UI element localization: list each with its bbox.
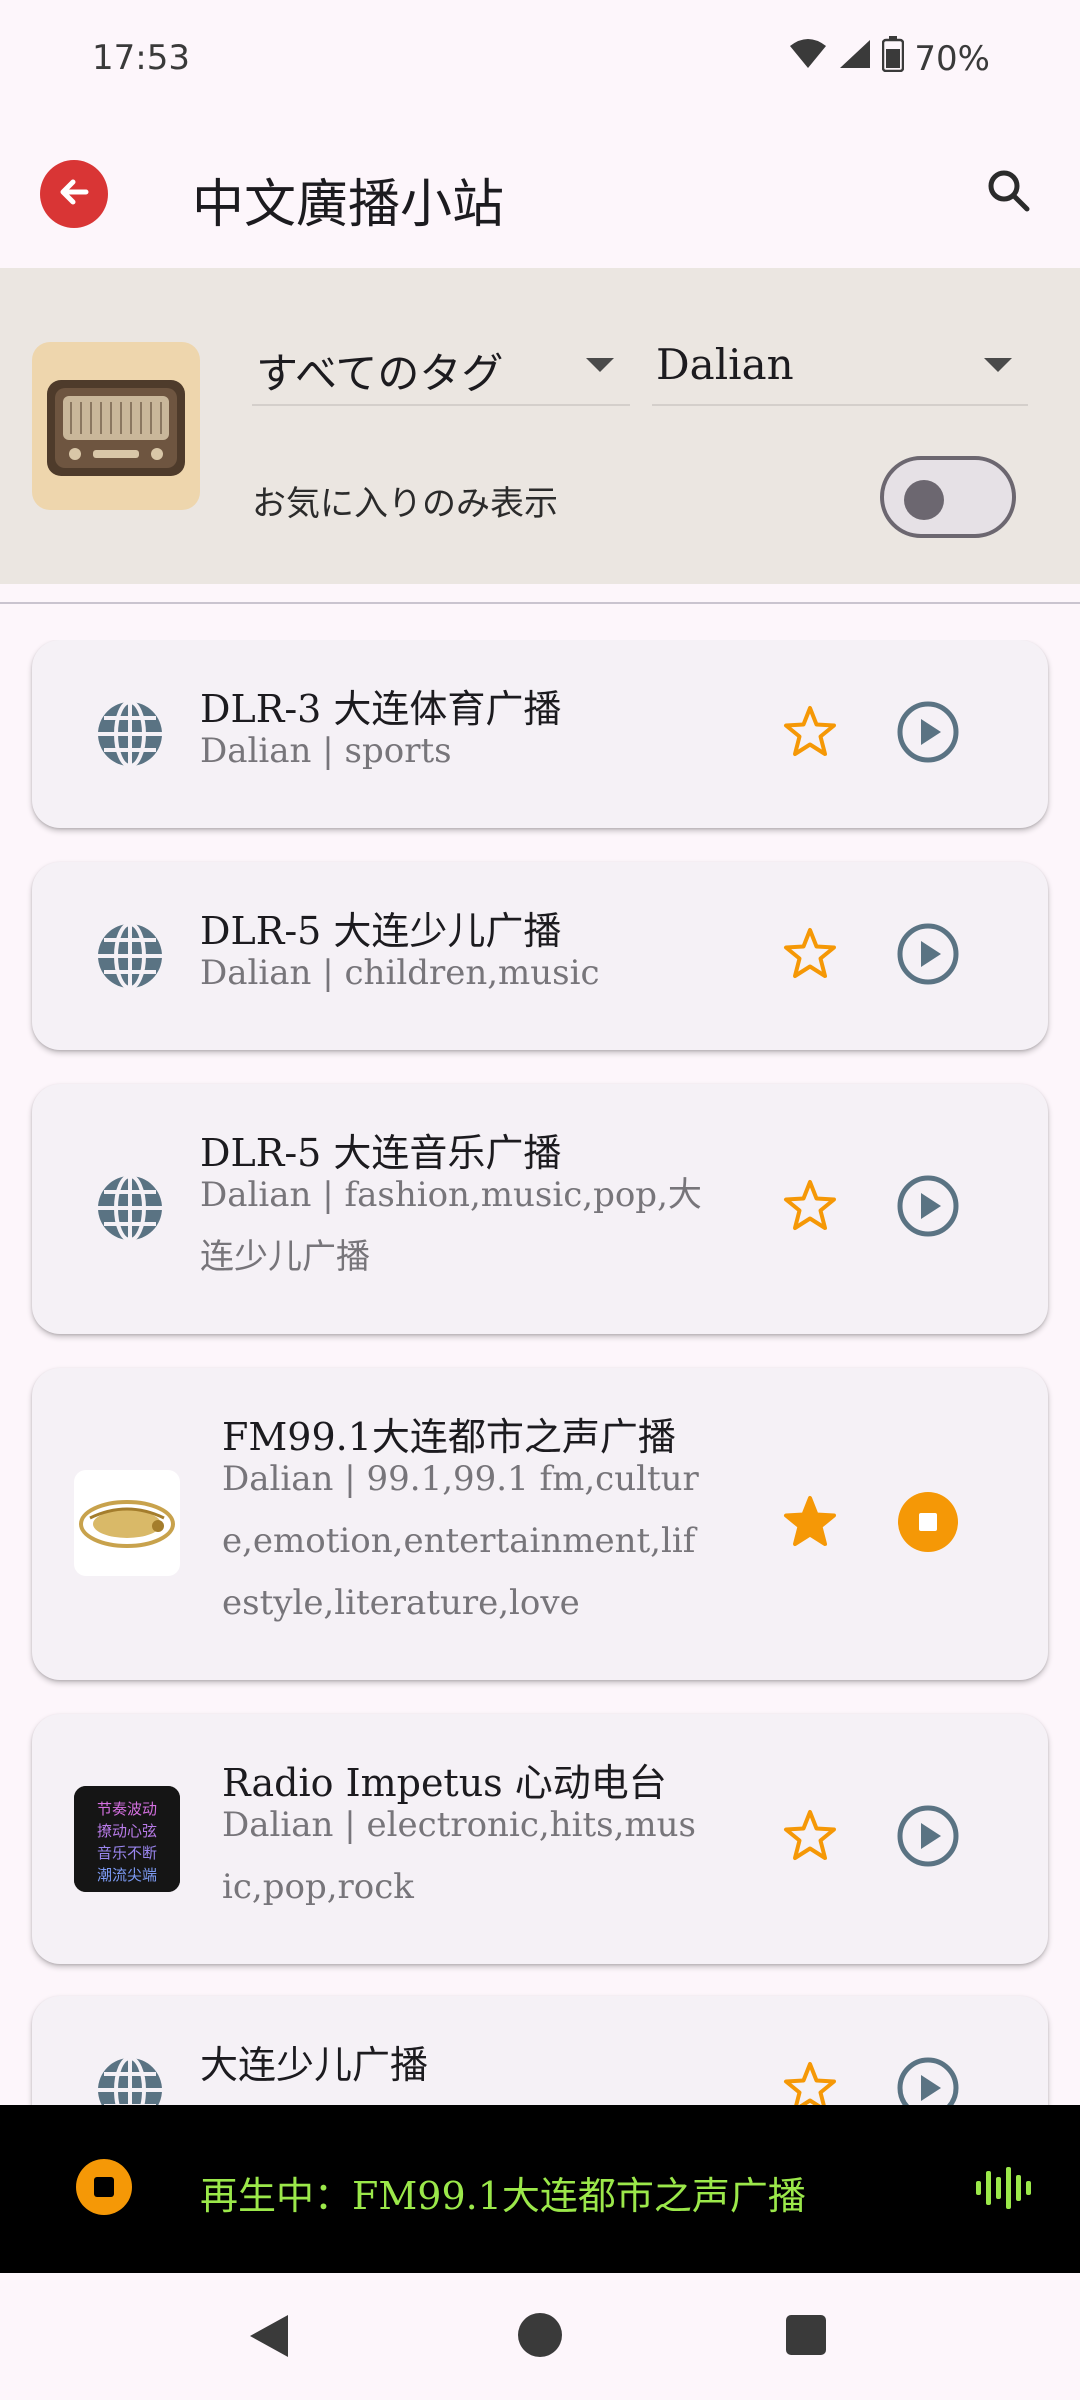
station-subtitle: Dalian | fashion,music,pop,大连少儿广播 [200,1175,702,1277]
station-card[interactable]: 节奏波动 撩动心弦 音乐不断 潮流尖端 Radio Impetus 心动电台 D… [32,1714,1048,1964]
star-filled-icon [782,1494,838,1554]
chevron-down-icon [586,358,614,372]
globe-icon [78,904,182,1008]
play-circle-icon [896,1804,960,1872]
play-circle-icon [896,700,960,768]
city-dropdown-value: Dalian [656,340,794,389]
filter-panel: すべてのタグ Dalian お気に入りのみ表示 [0,268,1080,584]
divider [0,602,1080,604]
play-button[interactable] [882,1792,974,1884]
radio-image [32,342,200,510]
status-time: 17:53 [92,38,190,78]
nav-home-icon[interactable] [518,2313,562,2357]
tag-dropdown-value: すべてのタグ [256,349,504,398]
star-outline-icon [782,1808,838,1868]
globe-icon [78,682,182,786]
stop-circle-icon [896,1490,960,1558]
equalizer-icon [974,2165,1038,2211]
station-card[interactable]: DLR-5 大连音乐广播 Dalian | fashion,music,pop,… [32,1084,1048,1334]
station-title: 大连少儿广播 [200,2043,429,2087]
svg-text:音乐不断: 音乐不断 [97,1844,157,1862]
globe-icon [78,2038,182,2105]
star-outline-icon [782,926,838,986]
city-dropdown[interactable]: Dalian [652,324,1028,406]
search-icon [984,166,1032,218]
nav-recents-icon[interactable] [786,2315,826,2355]
favorites-only-toggle[interactable] [880,456,1016,538]
svg-text:潮流尖端: 潮流尖端 [97,1866,157,1884]
status-icons: 70% [788,36,990,81]
screen: 17:53 70% 中文廣播小站 すべてのタグ Dalian お気に入りのみ表示… [0,0,1080,2400]
station-subtitle: Dalian | children,music [200,953,600,993]
svg-text:撩动心弦: 撩动心弦 [97,1822,157,1840]
star-outline-icon [782,704,838,764]
play-circle-icon [896,1174,960,1242]
play-circle-icon [896,922,960,990]
signal-icon [838,38,872,79]
nav-back-icon[interactable] [246,2313,292,2363]
stop-button[interactable] [882,1478,974,1570]
back-button[interactable] [40,160,108,228]
toggle-knob [904,480,944,520]
status-bar: 17:53 70% [0,0,1080,120]
station-card[interactable]: DLR-3 大连体育广播 Dalian | sports [32,640,1048,828]
play-circle-icon [896,2056,960,2105]
station-card[interactable]: 大连少儿广播 [32,1996,1048,2105]
station-logo-impetus: 节奏波动 撩动心弦 音乐不断 潮流尖端 [74,1786,180,1892]
station-subtitle: Dalian | electronic,hits,music,pop,rock [222,1805,696,1907]
now-playing-bar[interactable]: 再生中：FM99.1大连都市之声广播 [0,2105,1080,2273]
now-playing-text: 再生中：FM99.1大连都市之声广播 [200,2174,806,2218]
favorite-button[interactable] [764,1162,856,1254]
station-card[interactable]: DLR-5 大连少儿广播 Dalian | children,music [32,862,1048,1050]
station-card-playing[interactable]: FM99.1大连都市之声广播 Dalian | 99.1,99.1 fm,cul… [32,1368,1048,1680]
star-outline-icon [782,2060,838,2105]
favorite-button[interactable] [764,1478,856,1570]
battery-icon [882,36,905,81]
station-subtitle: Dalian | 99.1,99.1 fm,culture,emotion,en… [222,1459,699,1623]
globe-icon [78,1156,182,1260]
play-button[interactable] [882,688,974,780]
favorites-only-label: お気に入りのみ表示 [252,484,558,524]
tag-dropdown[interactable]: すべてのタグ [252,324,630,406]
station-logo-fm991 [74,1470,180,1576]
star-outline-icon [782,1178,838,1238]
play-button[interactable] [882,2044,974,2105]
now-playing-stop-button[interactable] [76,2159,132,2215]
favorite-button[interactable] [764,688,856,780]
system-nav-bar [0,2273,1080,2400]
stop-icon [94,2177,114,2197]
favorite-button[interactable] [764,1792,856,1884]
favorite-button[interactable] [764,2044,856,2105]
wifi-icon [788,38,828,79]
play-button[interactable] [882,1162,974,1254]
arrow-left-icon [56,174,92,214]
station-list[interactable]: DLR-3 大连体育广播 Dalian | sports DLR-5 大连少儿广… [0,640,1080,2105]
station-subtitle: Dalian | sports [200,731,452,771]
battery-percent: 70% [914,38,990,79]
search-button[interactable] [972,156,1044,228]
app-bar: 中文廣播小站 [0,120,1080,268]
page-title: 中文廣播小站 [192,175,505,235]
favorite-button[interactable] [764,910,856,1002]
svg-text:节奏波动: 节奏波动 [97,1800,157,1818]
play-button[interactable] [882,910,974,1002]
chevron-down-icon [984,358,1012,372]
